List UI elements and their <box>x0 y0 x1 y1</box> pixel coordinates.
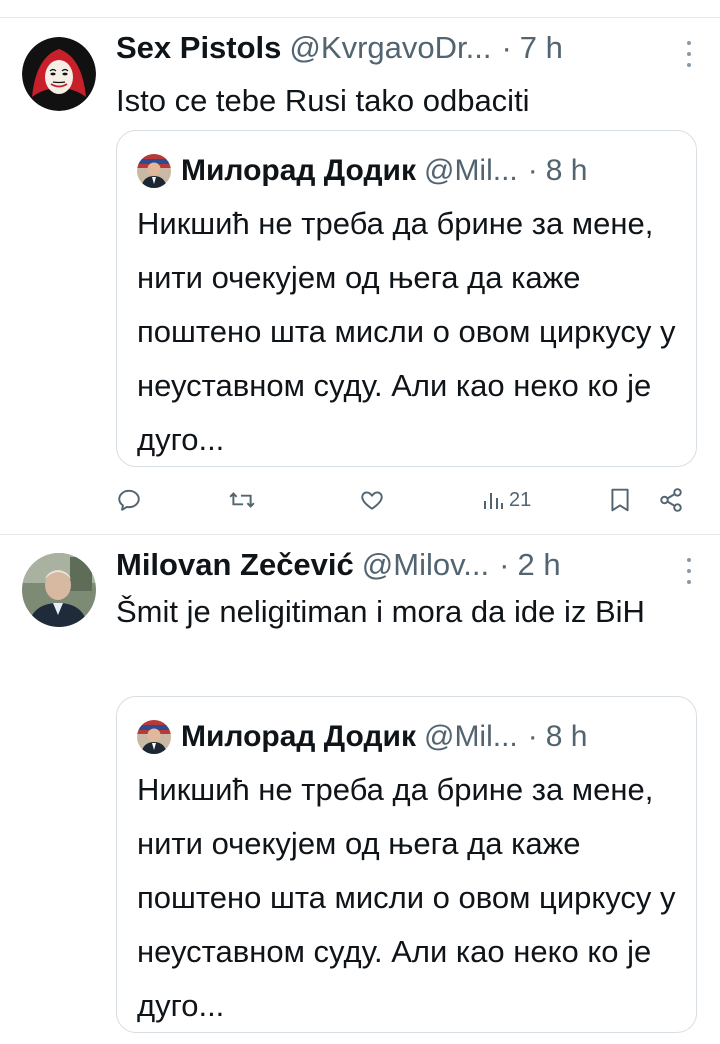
user-avatar[interactable] <box>22 37 96 111</box>
like-button[interactable] <box>359 483 385 517</box>
retweet-icon <box>229 492 255 508</box>
timestamp[interactable]: 2 h <box>517 547 560 583</box>
quoted-user-avatar <box>137 720 171 754</box>
person-avatar-icon <box>137 720 171 754</box>
display-name[interactable]: Sex Pistols <box>116 30 281 66</box>
action-bar: 21 <box>116 483 696 517</box>
separator-dot: · <box>499 547 510 582</box>
share-icon <box>660 488 682 512</box>
mask-avatar-icon <box>22 37 96 111</box>
tweet-text: Šmit je neligitiman i mora da ide iz BiH <box>116 594 645 629</box>
tweet-header: Sex Pistols @KvrgavoDr... · 7 h <box>116 30 696 70</box>
person-avatar-icon <box>22 553 96 627</box>
separator-dot: · <box>527 720 538 753</box>
quoted-display-name: Милорад Додик <box>181 720 416 753</box>
heart-icon <box>361 491 383 510</box>
separator-dot: · <box>527 154 538 187</box>
tweet-text: Isto ce tebe Rusi tako odbaciti <box>116 83 530 118</box>
quoted-tweet-header: Милорад Додик @Mil... · 8 h <box>137 717 676 757</box>
retweet-button[interactable] <box>228 483 256 517</box>
bookmark-button[interactable] <box>608 483 632 517</box>
quoted-timestamp: 8 h <box>545 720 588 753</box>
reply-icon <box>118 489 140 511</box>
tweet-card[interactable]: Milovan Zečević @Milov... · 2 h Šmit je … <box>0 535 720 1044</box>
quoted-display-name: Милорад Додик <box>181 154 416 187</box>
quoted-tweet-header: Милорад Додик @Mil... · 8 h <box>137 151 676 191</box>
views-button[interactable]: 21 <box>481 483 531 517</box>
display-name[interactable]: Milovan Zečević <box>116 547 354 583</box>
more-options-icon[interactable] <box>684 41 694 67</box>
quoted-tweet-text: Никшић не треба да брине за мене, нити о… <box>137 206 676 457</box>
tweet-card[interactable]: Sex Pistols @KvrgavoDr... · 7 h Isto ce … <box>0 0 720 534</box>
user-handle[interactable]: @KvrgavoDr... <box>289 30 491 66</box>
quoted-timestamp: 8 h <box>545 154 588 187</box>
reply-button[interactable] <box>116 483 142 517</box>
quoted-user-handle: @Mil... <box>423 154 518 187</box>
user-avatar[interactable] <box>22 553 96 627</box>
quoted-tweet-text: Никшић не треба да брине за мене, нити о… <box>137 772 676 1023</box>
quoted-tweet[interactable]: Милорад Додик @Mil... · 8 h Никшић не тр… <box>116 696 697 1033</box>
more-options-icon[interactable] <box>684 558 694 584</box>
user-handle[interactable]: @Milov... <box>362 547 489 583</box>
share-button[interactable] <box>658 483 684 517</box>
bookmark-icon <box>611 488 629 512</box>
quoted-tweet[interactable]: Милорад Додик @Mil... · 8 h Никшић не тр… <box>116 130 697 467</box>
separator-dot: · <box>501 30 512 65</box>
timestamp[interactable]: 7 h <box>520 30 563 66</box>
quoted-user-avatar <box>137 154 171 188</box>
views-icon <box>484 493 503 509</box>
quoted-user-handle: @Mil... <box>423 720 518 753</box>
tweet-header: Milovan Zečević @Milov... · 2 h <box>116 547 696 587</box>
person-avatar-icon <box>137 154 171 188</box>
views-count: 21 <box>509 488 532 511</box>
